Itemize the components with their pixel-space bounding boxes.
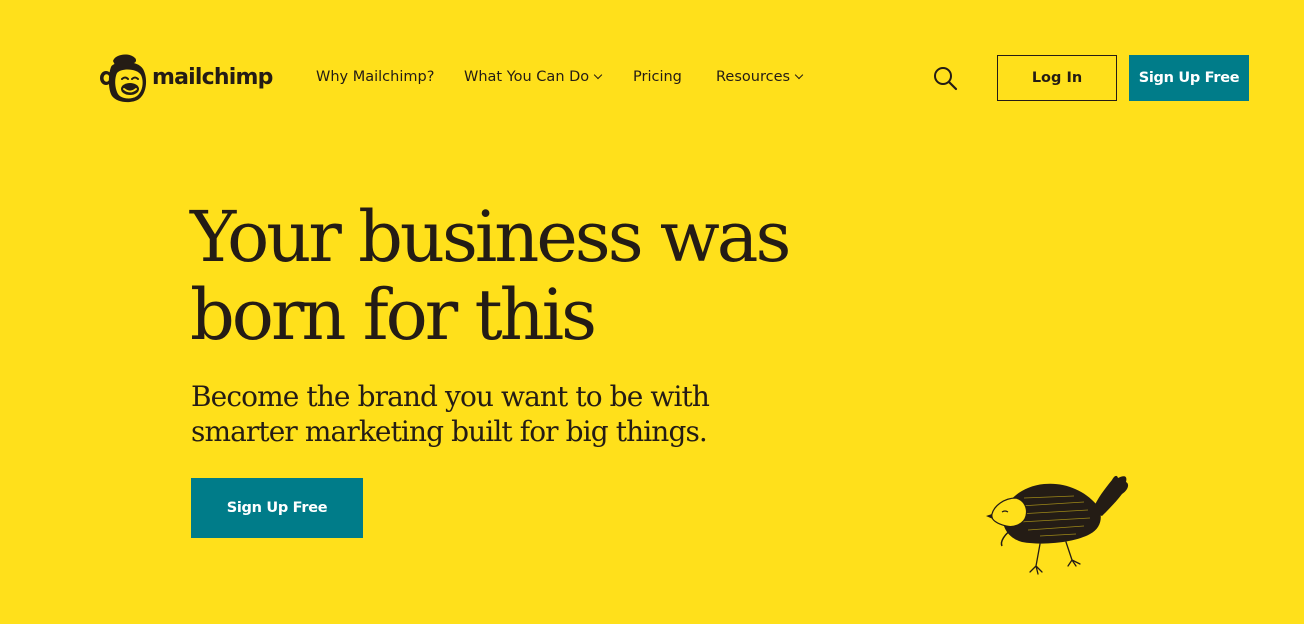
- hero-title-line1: Your business was: [190, 196, 791, 278]
- hero-subtitle: Become the brand you want to be with sma…: [191, 379, 791, 449]
- freddie-monkey-logo-icon: [100, 54, 147, 103]
- page: mailchimp Why Mailchimp? What You Can Do…: [0, 0, 1304, 624]
- nav-item-label: Resources: [716, 69, 791, 85]
- bird-illustration-icon: [986, 475, 1129, 575]
- nav-item-resources[interactable]: Resources: [716, 69, 804, 85]
- login-button[interactable]: Log In: [997, 55, 1117, 101]
- mailchimp-logo[interactable]: mailchimp: [99, 51, 273, 103]
- nav-item-label: Why Mailchimp?: [316, 69, 435, 85]
- signup-button-header[interactable]: Sign Up Free: [1129, 55, 1249, 101]
- brand-name: mailchimp: [152, 64, 273, 90]
- search-icon: [934, 67, 958, 91]
- search-button[interactable]: [932, 65, 958, 91]
- signup-button-hero[interactable]: Sign Up Free: [191, 478, 363, 538]
- nav-item-label: Pricing: [633, 69, 682, 85]
- nav-item-why-mailchimp[interactable]: Why Mailchimp?: [316, 69, 434, 85]
- hero-subtitle-line1: Become the brand you want to be with: [191, 380, 710, 413]
- chevron-down-icon: [593, 70, 603, 80]
- nav-item-label: What You Can Do: [464, 69, 590, 85]
- hero-title-line2: born for this: [190, 274, 597, 356]
- nav-item-what-you-can-do[interactable]: What You Can Do: [464, 69, 603, 85]
- chevron-down-icon: [794, 70, 804, 80]
- hero-title: Your business was born for this: [190, 198, 870, 354]
- hero-subtitle-line2: smarter marketing built for big things.: [191, 415, 708, 448]
- nav-item-pricing[interactable]: Pricing: [633, 69, 682, 85]
